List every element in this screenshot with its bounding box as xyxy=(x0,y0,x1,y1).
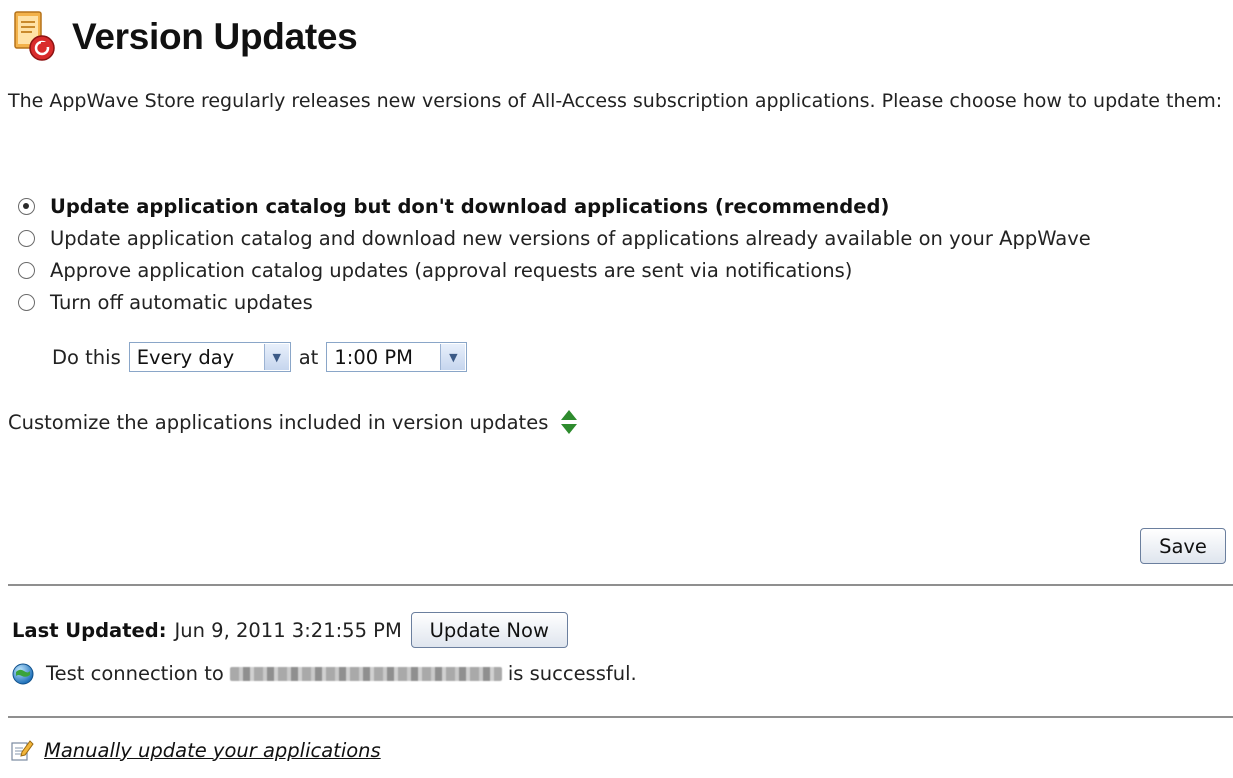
manual-update-link[interactable]: Manually update your applications xyxy=(44,739,381,762)
expand-collapse-icon[interactable] xyxy=(560,408,578,436)
radio-button[interactable] xyxy=(18,293,35,311)
manual-update-row: Manually update your applications xyxy=(10,738,381,762)
edit-document-icon xyxy=(10,738,34,762)
radio-button[interactable] xyxy=(18,261,35,279)
schedule-row: Do this Every day ▼ at 1:00 PM ▼ xyxy=(52,342,468,372)
time-value: 1:00 PM xyxy=(334,345,413,369)
globe-icon xyxy=(12,663,34,685)
option-approve-updates[interactable]: Approve application catalog updates (app… xyxy=(18,254,1091,286)
connection-status: Test connection to is successful. xyxy=(12,662,637,685)
update-mode-options: Update application catalog but don't dow… xyxy=(18,190,1091,318)
time-select[interactable]: 1:00 PM ▼ xyxy=(326,342,468,372)
customize-apps-row: Customize the applications included in v… xyxy=(8,408,578,436)
option-turn-off-updates[interactable]: Turn off automatic updates xyxy=(18,286,1091,318)
chevron-down-icon[interactable]: ▼ xyxy=(440,344,466,370)
last-updated-label: Last Updated: xyxy=(12,618,167,642)
update-now-button[interactable]: Update Now xyxy=(410,612,568,648)
chevron-down-icon[interactable]: ▼ xyxy=(263,344,289,370)
option-label: Update application catalog but don't dow… xyxy=(50,194,890,218)
section-divider xyxy=(8,716,1233,718)
last-updated-row: Last Updated: Jun 9, 2011 3:21:55 PM Upd… xyxy=(12,612,568,648)
radio-button[interactable] xyxy=(18,229,35,247)
intro-text: The AppWave Store regularly releases new… xyxy=(8,90,1223,112)
connection-suffix: is successful. xyxy=(507,662,637,685)
page-header: Version Updates xyxy=(12,6,358,68)
option-label: Approve application catalog updates (app… xyxy=(50,258,853,282)
save-button[interactable]: Save xyxy=(1140,528,1226,564)
customize-label: Customize the applications included in v… xyxy=(8,410,549,434)
page-title: Version Updates xyxy=(72,16,358,57)
appwave-updates-icon xyxy=(12,10,58,64)
last-updated-value: Jun 9, 2011 3:21:55 PM xyxy=(174,618,402,642)
radio-button[interactable] xyxy=(18,197,35,215)
section-divider xyxy=(8,584,1233,586)
option-update-catalog-no-download[interactable]: Update application catalog but don't dow… xyxy=(18,190,1091,222)
at-label: at xyxy=(298,345,319,369)
connection-prefix: Test connection to xyxy=(46,662,224,685)
option-label: Turn off automatic updates xyxy=(50,290,313,314)
redacted-server-address xyxy=(229,666,502,681)
option-update-catalog-and-download[interactable]: Update application catalog and download … xyxy=(18,222,1091,254)
frequency-select[interactable]: Every day ▼ xyxy=(128,342,291,372)
option-label: Update application catalog and download … xyxy=(50,226,1091,250)
do-this-label: Do this xyxy=(52,345,121,369)
frequency-value: Every day xyxy=(136,345,235,369)
